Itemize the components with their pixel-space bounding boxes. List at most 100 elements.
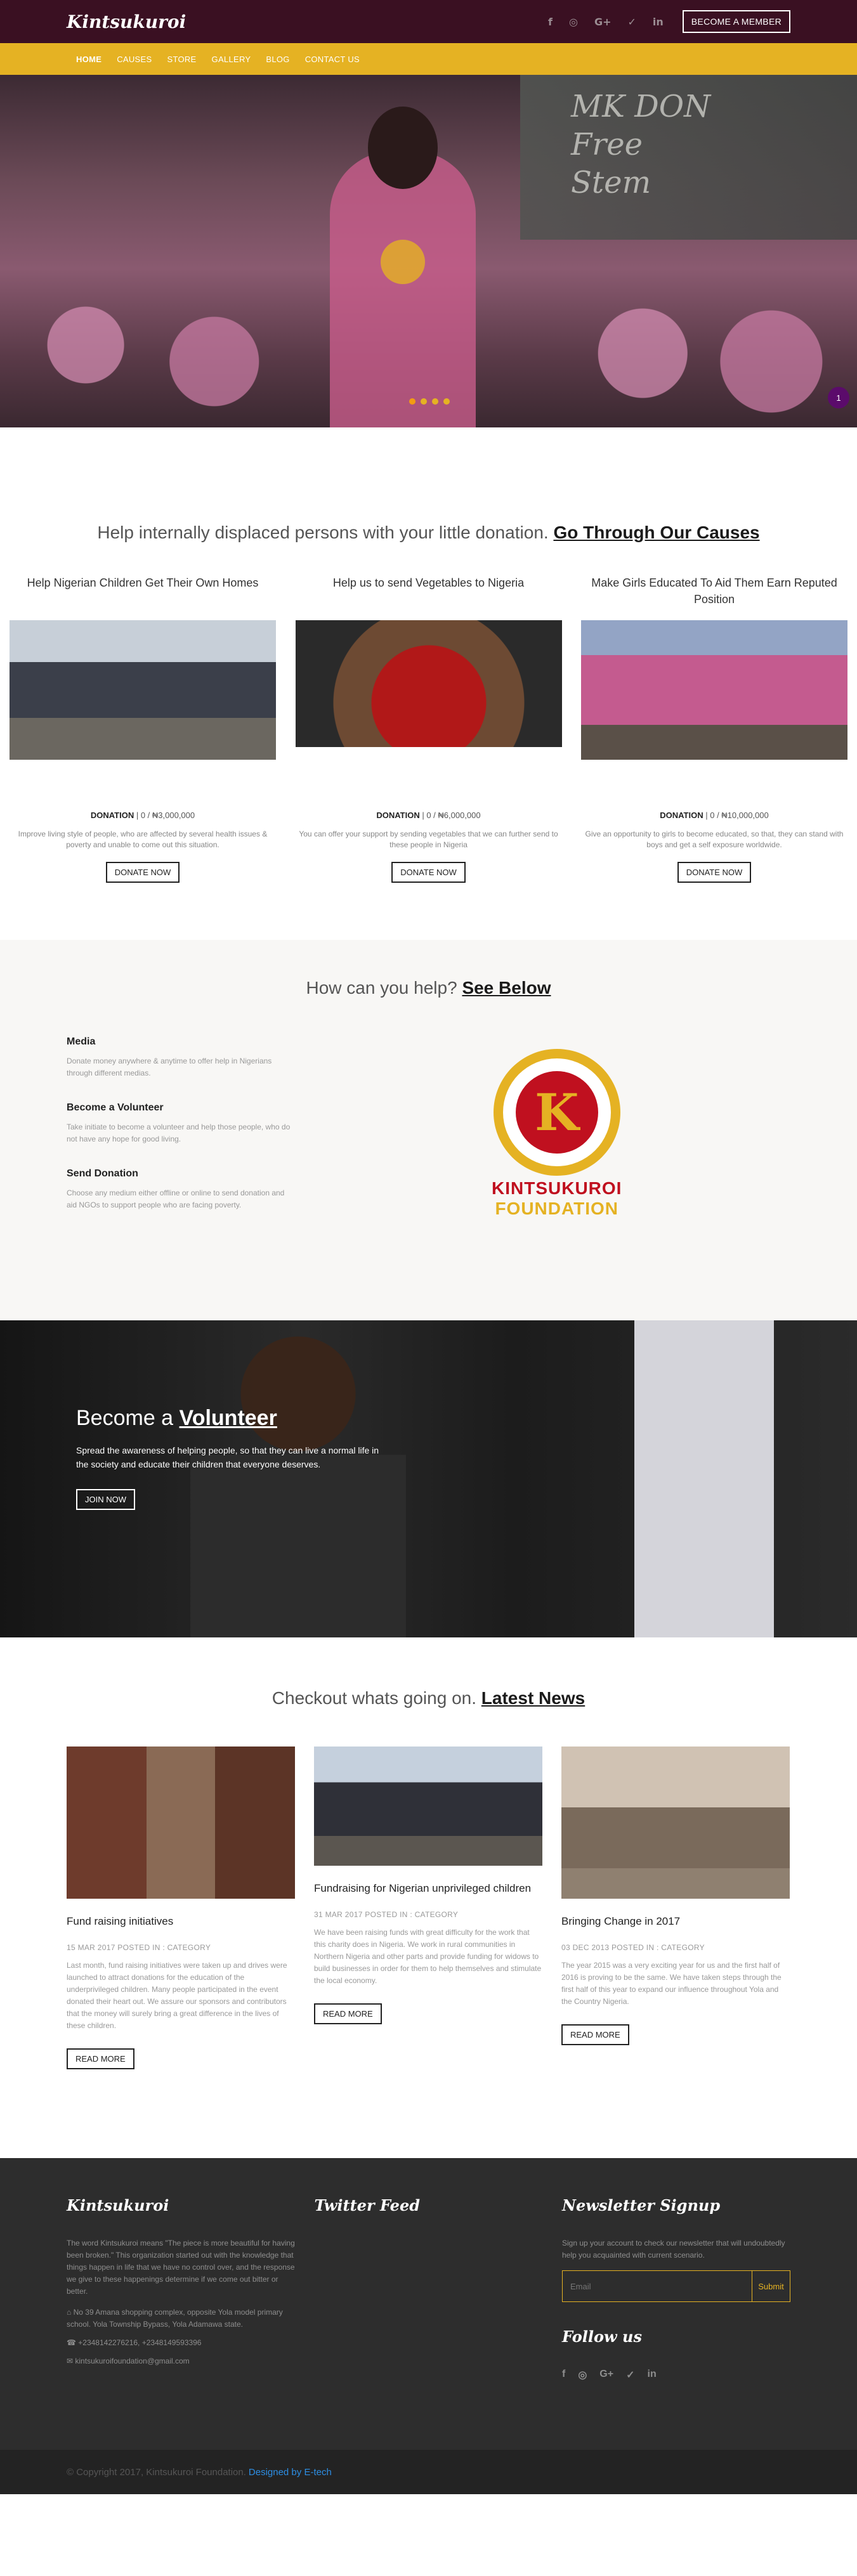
- post-image[interactable]: [561, 1747, 790, 1899]
- volunteer-heading: Become a Volunteer: [76, 1406, 393, 1431]
- donation-progress: DONATION | 0 / ₦10,000,000: [581, 810, 847, 820]
- donation-label: DONATION: [660, 810, 703, 820]
- cause-title[interactable]: Help Nigerian Children Get Their Own Hom…: [10, 575, 276, 620]
- cause-grid: Help Nigerian Children Get Their Own Hom…: [0, 575, 857, 883]
- brand-logo[interactable]: Kintsukuroi: [67, 11, 186, 32]
- help-list: Media Donate money anywhere & anytime to…: [67, 1036, 295, 1234]
- volunteer-heading-text: Become a: [76, 1406, 174, 1430]
- cause-card: Make Girls Educated To Aid Them Earn Rep…: [581, 575, 847, 883]
- read-more-button[interactable]: READ MORE: [314, 2003, 382, 2024]
- follow-title: Follow us: [562, 2327, 642, 2346]
- instagram-icon[interactable]: ◎: [578, 2369, 587, 2381]
- twitter-icon[interactable]: ✓: [626, 2369, 634, 2381]
- facebook-icon[interactable]: f: [548, 16, 553, 28]
- donation-label: DONATION: [90, 810, 134, 820]
- volunteer-text: Spread the awareness of helping people, …: [76, 1445, 379, 1469]
- twitter-feed-title: Twitter Feed: [314, 2196, 421, 2215]
- post-meta: 03 DEC 2013 POSTED IN : CATEGORY: [561, 1943, 705, 1952]
- twitter-icon[interactable]: ✓: [628, 16, 636, 28]
- news-section: Checkout whats going on. Latest News Fun…: [0, 1637, 857, 2158]
- cause-image[interactable]: [581, 620, 847, 760]
- nav-contact[interactable]: CONTACT US: [305, 55, 360, 64]
- volunteer-heading-link[interactable]: Volunteer: [180, 1406, 277, 1430]
- post-meta: 15 MAR 2017 POSTED IN : CATEGORY: [67, 1943, 211, 1952]
- instagram-icon[interactable]: ◎: [569, 16, 578, 28]
- cause-title[interactable]: Help us to send Vegetables to Nigeria: [296, 575, 562, 620]
- cause-image[interactable]: [10, 620, 276, 760]
- post-title[interactable]: Fund raising initiatives: [67, 1915, 295, 1928]
- volunteer-backdrop: [634, 1320, 774, 1637]
- newsletter-submit-button[interactable]: Submit: [752, 2271, 790, 2301]
- designer-link[interactable]: Designed by E-tech: [249, 2467, 332, 2478]
- linkedin-icon[interactable]: in: [653, 16, 664, 28]
- newsletter-email-input[interactable]: [563, 2271, 752, 2301]
- slider-dot[interactable]: [409, 398, 415, 405]
- donate-now-button[interactable]: DONATE NOW: [105, 862, 180, 883]
- cause-card: Help us to send Vegetables to Nigeria DO…: [295, 575, 562, 883]
- donate-now-button[interactable]: DONATE NOW: [391, 862, 466, 883]
- slider-dot[interactable]: [443, 398, 450, 405]
- facebook-icon[interactable]: f: [562, 2369, 565, 2381]
- hero-speaker: [330, 151, 476, 427]
- footer-phone: ☎ +2348142276216, +2348149593396: [67, 2337, 295, 2349]
- foundation-logo: K KINTSUKUROI FOUNDATION: [492, 1049, 622, 1234]
- help-item-text: Take initiate to become a volunteer and …: [67, 1122, 291, 1143]
- hero-shirt-logo: [381, 240, 425, 284]
- news-heading: Checkout whats going on. Latest News: [0, 1688, 857, 1708]
- causes-heading: Help internally displaced persons with y…: [0, 523, 857, 543]
- help-item-title: Send Donation: [67, 1168, 138, 1179]
- help-section: How can you help? See Below Media Donate…: [0, 940, 857, 1320]
- news-post: Fundraising for Nigerian unprivileged ch…: [314, 1747, 542, 2069]
- donation-progress: DONATION | 0 / ₦6,000,000: [296, 810, 562, 820]
- post-title[interactable]: Bringing Change in 2017: [561, 1915, 790, 1928]
- nav-home[interactable]: HOME: [76, 55, 101, 64]
- footer-social-links: f ◎ G+ ✓ in: [562, 2369, 790, 2381]
- slider-dot[interactable]: [421, 398, 427, 405]
- donate-now-button[interactable]: DONATE NOW: [677, 862, 752, 883]
- cause-image[interactable]: [295, 620, 562, 747]
- help-heading-link[interactable]: See Below: [462, 978, 551, 998]
- linkedin-icon[interactable]: in: [648, 2369, 657, 2381]
- footer-email-text[interactable]: kintsukuroifoundation@gmail.com: [75, 2357, 189, 2365]
- post-title[interactable]: Fundraising for Nigerian unprivileged ch…: [314, 1882, 542, 1895]
- notification-badge[interactable]: 1: [828, 387, 849, 408]
- newsletter-text: Sign up your account to check our newsle…: [562, 2239, 785, 2260]
- read-more-button[interactable]: READ MORE: [561, 2024, 629, 2045]
- logo-letter: K: [515, 1071, 598, 1154]
- footer-twitter: Twitter Feed: [315, 2196, 543, 2418]
- causes-heading-text: Help internally displaced persons with y…: [97, 523, 549, 542]
- hero-speaker-head: [368, 107, 438, 189]
- join-now-button[interactable]: JOIN NOW: [76, 1489, 135, 1510]
- nav-gallery[interactable]: GALLERY: [212, 55, 251, 64]
- help-item: Become a Volunteer Take initiate to beco…: [67, 1102, 295, 1145]
- slider-dots: [409, 398, 450, 405]
- post-image[interactable]: [314, 1747, 542, 1866]
- footer-phone-text: +2348142276216, +2348149593396: [78, 2338, 202, 2347]
- cause-title[interactable]: Make Girls Educated To Aid Them Earn Rep…: [581, 575, 847, 620]
- logo-ring: K: [493, 1049, 620, 1176]
- help-item-text: Choose any medium either offline or onli…: [67, 1188, 285, 1209]
- help-item-title: Media: [67, 1036, 96, 1047]
- news-heading-link[interactable]: Latest News: [481, 1688, 585, 1708]
- help-item-title: Become a Volunteer: [67, 1102, 164, 1113]
- logo-subtitle: FOUNDATION: [495, 1199, 619, 1218]
- footer-email: ✉ kintsukuroifoundation@gmail.com: [67, 2355, 295, 2367]
- post-image[interactable]: [67, 1747, 295, 1899]
- nav-causes[interactable]: CAUSES: [117, 55, 152, 64]
- read-more-button[interactable]: READ MORE: [67, 2048, 134, 2069]
- nav-blog[interactable]: BLOG: [266, 55, 289, 64]
- become-member-button[interactable]: BECOME A MEMBER: [682, 10, 790, 33]
- nav-store[interactable]: STORE: [167, 55, 196, 64]
- donation-value: | 0 / ₦10,000,000: [703, 810, 769, 820]
- slider-dot[interactable]: [432, 398, 438, 405]
- volunteer-content: Become a Volunteer Spread the awareness …: [76, 1406, 393, 1510]
- help-heading: How can you help? See Below: [0, 978, 857, 998]
- phone-icon: ☎: [67, 2338, 79, 2347]
- google-plus-icon[interactable]: G+: [594, 16, 612, 28]
- news-heading-text: Checkout whats going on.: [271, 1688, 477, 1708]
- help-body: Media Donate money anywhere & anytime to…: [0, 1036, 857, 1234]
- cause-description: You can offer your support by sending ve…: [299, 829, 558, 849]
- causes-heading-link[interactable]: Go Through Our Causes: [553, 523, 759, 542]
- post-meta: 31 MAR 2017 POSTED IN : CATEGORY: [314, 1910, 459, 1919]
- google-plus-icon[interactable]: G+: [599, 2369, 613, 2381]
